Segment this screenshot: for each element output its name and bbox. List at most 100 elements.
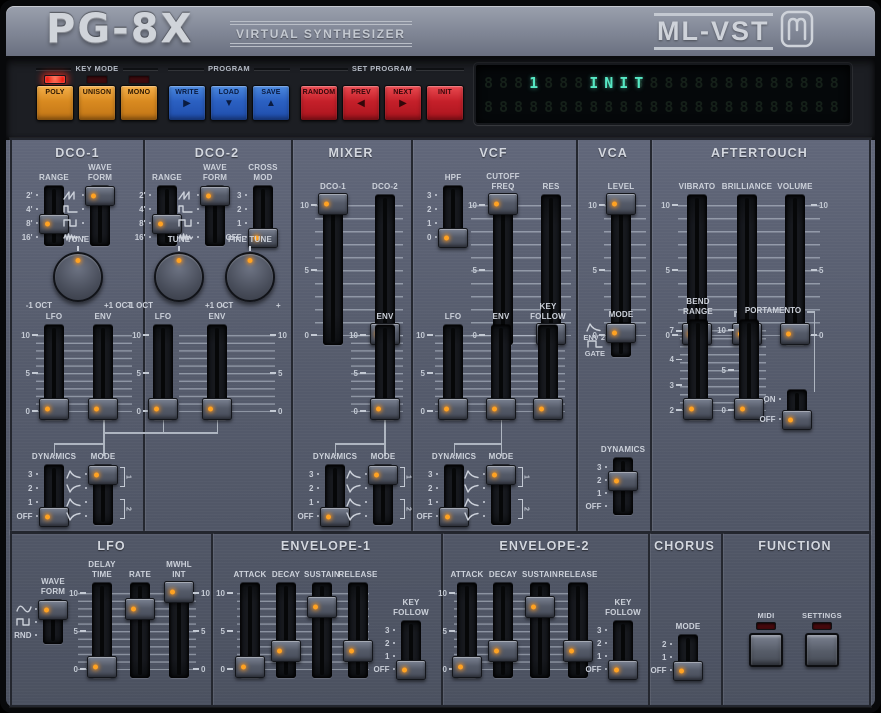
slider-handle[interactable] bbox=[486, 465, 516, 485]
slider-handle[interactable] bbox=[271, 640, 301, 662]
bend-range-slider[interactable]: BEND RANGE bbox=[686, 320, 710, 420]
unison-button[interactable]: UNISON bbox=[78, 85, 116, 121]
mixer-dynamics-switch[interactable]: DYNAMICS321OFF bbox=[323, 465, 347, 525]
lfo-rate-slider[interactable]: RATE bbox=[128, 583, 152, 678]
push-button[interactable] bbox=[749, 633, 783, 667]
slider-handle[interactable] bbox=[780, 323, 810, 345]
vcf-lfo-slider[interactable]: LFO bbox=[441, 325, 465, 420]
env1-release-slider[interactable]: RELEASE bbox=[346, 583, 370, 678]
slider-handle[interactable] bbox=[782, 410, 812, 430]
portamento-time-slider[interactable] bbox=[737, 320, 761, 420]
vca-dynamics-switch[interactable]: DYNAMICS321OFF bbox=[611, 458, 635, 515]
slider-handle[interactable] bbox=[39, 398, 69, 420]
lfo-modwheel-slider[interactable]: MWHL INT bbox=[167, 583, 191, 678]
poly-button[interactable]: POLY bbox=[36, 85, 74, 121]
dco-dynamics-switch[interactable]: DYNAMICS321OFF bbox=[42, 465, 66, 525]
chorus-mode-switch[interactable]: MODE21OFF bbox=[676, 635, 700, 679]
slider-handle[interactable] bbox=[683, 398, 713, 420]
vcf-keyfollow-slider[interactable]: KEY FOLLOW bbox=[536, 325, 560, 420]
midi-button-group[interactable]: MIDI bbox=[744, 611, 788, 669]
slider-handle[interactable] bbox=[452, 656, 482, 678]
slider-handle[interactable] bbox=[488, 640, 518, 662]
slider-handle[interactable] bbox=[343, 640, 373, 662]
slider-handle[interactable] bbox=[85, 186, 115, 206]
slider-handle[interactable] bbox=[88, 398, 118, 420]
lfo-delay-slider[interactable]: DELAY TIME bbox=[90, 583, 114, 678]
env1-decay-slider[interactable]: DECAY bbox=[274, 583, 298, 678]
dco2-tune-knob[interactable]: TUNE-1 OCT+1 OCT bbox=[151, 248, 207, 304]
portamento-onoff-switch[interactable]: ONOFF bbox=[785, 390, 809, 428]
slider-handle[interactable] bbox=[673, 661, 703, 681]
env1-attack-slider[interactable]: ATTACK bbox=[238, 583, 262, 678]
slider-handle[interactable] bbox=[39, 507, 69, 527]
next-button[interactable]: NEXT▶ bbox=[384, 85, 422, 121]
mixer-dco2-slider[interactable]: DCO-2 bbox=[373, 195, 397, 345]
load-button[interactable]: LOAD▼ bbox=[210, 85, 248, 121]
slider-handle[interactable] bbox=[200, 186, 230, 206]
slider-handle[interactable] bbox=[88, 465, 118, 485]
dco1-waveform-switch[interactable]: WAVE FORM bbox=[88, 186, 112, 246]
vcf-resonance-slider[interactable]: RES bbox=[539, 195, 563, 345]
mixer-env-slider[interactable]: ENV bbox=[373, 325, 397, 420]
lfo-waveform-switch[interactable]: WAVE FORMRND bbox=[41, 600, 65, 644]
slider-handle[interactable] bbox=[563, 640, 593, 662]
knob[interactable] bbox=[53, 252, 103, 302]
slider-handle[interactable] bbox=[148, 398, 178, 420]
slider-handle[interactable] bbox=[606, 193, 636, 215]
env2-decay-slider[interactable]: DECAY bbox=[491, 583, 515, 678]
slider-handle[interactable] bbox=[370, 398, 400, 420]
dco2-lfo-slider[interactable]: LFO bbox=[151, 325, 175, 420]
knob[interactable] bbox=[154, 252, 204, 302]
dco1-env-slider[interactable]: ENV bbox=[91, 325, 115, 420]
slider-handle[interactable] bbox=[396, 660, 426, 680]
slider-handle[interactable] bbox=[38, 600, 68, 620]
mixer-dco1-slider[interactable]: DCO-1 bbox=[321, 195, 345, 345]
slider-handle[interactable] bbox=[608, 471, 638, 491]
dco1-lfo-slider[interactable]: LFO bbox=[42, 325, 66, 420]
settings-button-group[interactable]: SETTINGS bbox=[800, 611, 844, 669]
slider-handle[interactable] bbox=[486, 398, 516, 420]
env1-keyfollow-switch[interactable]: KEY FOLLOW321OFF bbox=[399, 621, 423, 678]
dco2-finetune-knob[interactable]: FINE TUNE-+ bbox=[222, 248, 278, 304]
slider-handle[interactable] bbox=[202, 398, 232, 420]
slider-handle[interactable] bbox=[438, 398, 468, 420]
mono-button[interactable]: MONO bbox=[120, 85, 158, 121]
dco-env-mode-switch[interactable]: MODE12 bbox=[91, 465, 115, 525]
save-button[interactable]: SAVE▲ bbox=[252, 85, 290, 121]
vcf-env-slider[interactable]: ENV bbox=[489, 325, 513, 420]
random-button[interactable]: RANDOM bbox=[300, 85, 338, 121]
vca-mode-switch[interactable]: MODEENV 2GATE bbox=[609, 323, 633, 357]
write-button[interactable]: WRITE▶ bbox=[168, 85, 206, 121]
slider-handle[interactable] bbox=[606, 323, 636, 343]
slider-handle[interactable] bbox=[533, 398, 563, 420]
slider-handle[interactable] bbox=[318, 193, 348, 215]
env2-keyfollow-switch[interactable]: KEY FOLLOW321OFF bbox=[611, 621, 635, 678]
slider-handle[interactable] bbox=[125, 598, 155, 620]
env1-sustain-slider[interactable]: SUSTAIN bbox=[310, 583, 334, 678]
aftertouch-volume-slider[interactable]: VOLUME bbox=[783, 195, 807, 345]
init-button[interactable]: INIT bbox=[426, 85, 464, 121]
push-button[interactable] bbox=[805, 633, 839, 667]
knob[interactable] bbox=[225, 252, 275, 302]
slider-handle[interactable] bbox=[525, 596, 555, 618]
vcf-env-mode-switch[interactable]: MODE12 bbox=[489, 465, 513, 525]
slider-handle[interactable] bbox=[488, 193, 518, 215]
slider-handle[interactable] bbox=[608, 660, 638, 680]
prev-button[interactable]: PREV◀ bbox=[342, 85, 380, 121]
slider-handle[interactable] bbox=[235, 656, 265, 678]
dco2-waveform-switch[interactable]: WAVE FORM bbox=[203, 186, 227, 246]
slider-handle[interactable] bbox=[438, 228, 468, 248]
dco2-env-slider[interactable]: ENV bbox=[205, 325, 229, 420]
env2-attack-slider[interactable]: ATTACK bbox=[455, 583, 479, 678]
slider-handle[interactable] bbox=[307, 596, 337, 618]
slider-handle[interactable] bbox=[164, 581, 194, 603]
slider-handle[interactable] bbox=[368, 465, 398, 485]
vcf-dynamics-switch[interactable]: DYNAMICS321OFF bbox=[442, 465, 466, 525]
env2-sustain-slider[interactable]: SUSTAIN bbox=[528, 583, 552, 678]
scale-tick: 7 bbox=[662, 326, 682, 336]
slider-handle[interactable] bbox=[87, 656, 117, 678]
dco1-tune-knob[interactable]: TUNE-1 OCT+1 OCT bbox=[50, 248, 106, 304]
mixer-env-mode-switch[interactable]: MODE12 bbox=[371, 465, 395, 525]
vcf-hpf-switch[interactable]: HPF3210 bbox=[441, 186, 465, 246]
vcf-cutoff-slider[interactable]: CUTOFF FREQ bbox=[491, 195, 515, 345]
